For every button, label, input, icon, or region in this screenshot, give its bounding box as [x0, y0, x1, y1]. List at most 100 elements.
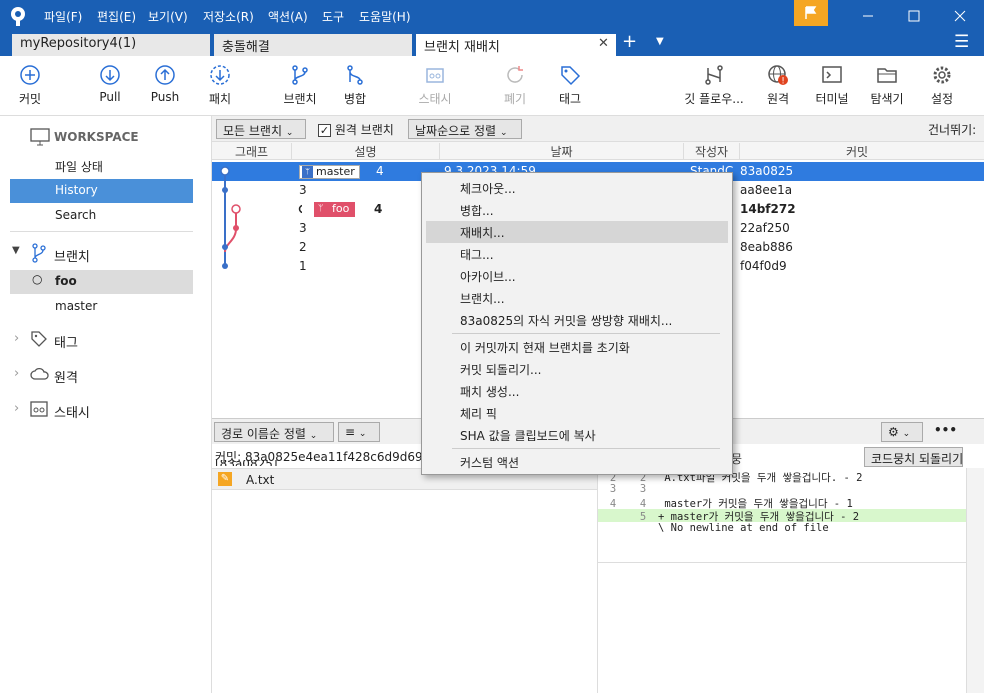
history-filter-bar: 모든 브랜치 ⌄ ✓ 원격 브랜치 날짜순으로 정렬 ⌄ 건너뛰기: [212, 116, 984, 142]
sidebar-item-history[interactable]: History [10, 179, 193, 203]
sidebar: WORKSPACE 파일 상태 History Search ▼ 브랜치 ○ f… [0, 116, 212, 693]
monitor-icon [30, 128, 50, 146]
remote-branches-checkbox[interactable]: ✓ 원격 브랜치 [318, 121, 394, 138]
cloud-icon [30, 367, 49, 380]
gitflow-button[interactable]: 깃 플로우... [684, 64, 744, 114]
remote-button[interactable]: ! 원격 [748, 64, 808, 114]
column-author[interactable]: 작성자 [684, 143, 740, 159]
column-graph[interactable]: 그래프 [212, 143, 292, 159]
menu-item-interactive-rebase[interactable]: 83a0825의 자식 커밋을 쌍방향 재배치... [426, 309, 728, 331]
chevron-down-icon: ⌄ [499, 128, 508, 138]
revert-hunk-button[interactable]: 코드뭉치 되돌리기 [864, 447, 963, 467]
gitflow-icon [705, 65, 723, 85]
explorer-button[interactable]: 탐색기 [857, 64, 917, 114]
sort-order-dropdown[interactable]: 날짜순으로 정렬 ⌄ [408, 119, 522, 139]
flag-button[interactable] [794, 0, 828, 26]
tag-button[interactable]: 태그 [540, 64, 600, 114]
column-description[interactable]: 설명 [292, 143, 440, 159]
merge-button[interactable]: 병합 [325, 64, 385, 114]
diff-options-dropdown[interactable]: ⚙ ⌄ [881, 422, 923, 442]
checkbox-check-icon: ✓ [318, 124, 331, 137]
terminal-label: 터미널 [815, 92, 849, 106]
tab-rebase[interactable]: 브랜치 재배치 ✕ [416, 34, 616, 56]
menu-item-cherry-pick[interactable]: 체리 픽 [426, 402, 728, 424]
stash-icon [426, 68, 444, 83]
stash-button[interactable]: 스태시 [405, 64, 465, 114]
close-window-button[interactable] [937, 0, 983, 32]
tab-myrepository4[interactable]: myRepository4(1) [12, 34, 210, 56]
diff-scrollbar[interactable] [966, 468, 984, 693]
branch-filter-dropdown[interactable]: 모든 브랜치 ⌄ [216, 119, 306, 139]
column-date[interactable]: 날짜 [440, 143, 684, 159]
commit-hash: aa8ee1a [740, 183, 793, 197]
menu-item-custom-actions[interactable]: 커스텀 액션 [426, 451, 728, 473]
menu-view[interactable]: 보기(V) [148, 8, 188, 25]
tab-conflict[interactable]: 충돌해결 [214, 34, 412, 56]
sidebar-section-stashes[interactable]: › 스태시 [10, 399, 200, 423]
branch-badge-foo: ᛘ foo [314, 202, 356, 217]
menu-item-revert-commit[interactable]: 커밋 되돌리기... [426, 358, 728, 380]
sidebar-branch-master[interactable]: master [10, 295, 193, 319]
view-mode-dropdown[interactable]: ≡ ⌄ [338, 422, 380, 442]
sidebar-item-search[interactable]: Search [10, 204, 193, 228]
title-bar: 파일(F) 편집(E) 보기(V) 저장소(R) 액션(A) 도구 도움말(H) [0, 0, 984, 32]
stashes-label: 스태시 [54, 406, 90, 421]
graph-node [222, 187, 228, 193]
sidebar-section-branches[interactable]: ▼ 브랜치 [10, 243, 200, 267]
branch-icon [32, 243, 46, 263]
diff-line: 44 master가 커밋을 두개 쌓을겁니다 - 1 [609, 498, 853, 510]
graph-node [233, 225, 239, 231]
explorer-label: 탐색기 [870, 92, 904, 106]
menu-item-rebase[interactable]: 재배치... [426, 221, 728, 243]
menu-item-tag[interactable]: 태그... [426, 243, 728, 265]
flag-icon [805, 6, 817, 19]
badge-master-label: master [316, 165, 355, 178]
sort-path-dropdown[interactable]: 경로 이름순 정렬 ⌄ [214, 422, 334, 442]
fetch-label: 패치 [208, 92, 232, 106]
pull-label: Pull [99, 90, 121, 104]
sidebar-item-file-status[interactable]: 파일 상태 [10, 154, 193, 178]
commit-hash: 8eab886 [740, 240, 793, 254]
pull-button[interactable]: Pull [80, 64, 140, 114]
sidebar-section-tags[interactable]: › 태그 [10, 329, 200, 353]
chevron-down-icon: ⌄ [309, 431, 318, 441]
menu-item-archive[interactable]: 아카이브... [426, 265, 728, 287]
menu-item-merge[interactable]: 병합... [426, 199, 728, 221]
terminal-button[interactable]: 터미널 [802, 64, 862, 114]
diff-line: 33 [609, 483, 647, 495]
menu-help[interactable]: 도움말(H) [359, 8, 411, 25]
menu-item-create-patch[interactable]: 패치 생성... [426, 380, 728, 402]
branch-button[interactable]: 브랜치 [270, 64, 330, 114]
hamburger-menu-icon[interactable]: ☰ [954, 32, 969, 52]
tab-dropdown-icon[interactable]: ▼ [656, 36, 664, 47]
settings-button[interactable]: 설정 [912, 64, 972, 114]
commit-ref-text: [83a0825] [215, 460, 278, 466]
minimize-button[interactable] [845, 0, 891, 32]
sidebar-branch-foo[interactable]: ○ foo [10, 270, 193, 294]
new-tab-plus-icon[interactable]: + [622, 31, 637, 52]
menu-edit[interactable]: 편집(E) [97, 8, 136, 25]
arrow-down-circle-icon [100, 65, 120, 85]
more-options-icon[interactable]: ••• [934, 423, 957, 437]
menu-item-copy-sha[interactable]: SHA 값을 클립보드에 복사 [426, 424, 728, 446]
branches-label: 브랜치 [54, 250, 90, 265]
commit-hash: 83a0825 [740, 164, 794, 178]
menu-tools[interactable]: 도구 [322, 8, 344, 25]
column-commit[interactable]: 커밋 [740, 143, 974, 159]
maximize-button[interactable] [891, 0, 937, 32]
menu-item-branch[interactable]: 브랜치... [426, 287, 728, 309]
chevron-down-icon: ⌄ [285, 128, 294, 138]
fetch-button[interactable]: 패치 [190, 64, 250, 114]
menu-item-checkout[interactable]: 체크아웃... [426, 177, 728, 199]
menu-repository[interactable]: 저장소(R) [203, 8, 254, 25]
tab-close-icon[interactable]: ✕ [598, 36, 609, 51]
push-button[interactable]: Push [135, 64, 195, 114]
sidebar-section-remotes[interactable]: › 원격 [10, 364, 200, 388]
menu-actions[interactable]: 액션(A) [268, 8, 308, 25]
sort-path-label: 경로 이름순 정렬 [221, 427, 306, 441]
commit-button[interactable]: 커밋 [0, 64, 60, 114]
menu-item-reset-branch[interactable]: 이 커밋까지 현재 브랜치를 초기화 [426, 336, 728, 358]
menu-file[interactable]: 파일(F) [44, 8, 82, 25]
diff-line-added: 5 + master가 커밋을 두개 쌓을겁니다 - 2 [598, 509, 966, 523]
discard-button[interactable]: 폐기 [485, 64, 545, 114]
